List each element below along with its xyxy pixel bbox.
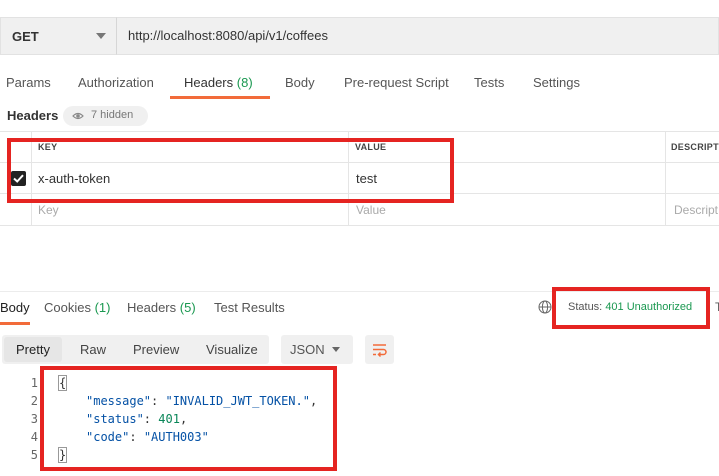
new-description-input[interactable]: Descript [674,203,718,217]
response-time-label: T [715,300,719,314]
response-tab-body[interactable]: Body [0,300,30,315]
url-text: http://localhost:8080/api/v1/coffees [128,28,328,43]
wrap-icon [373,344,387,358]
tab-headers-label: Headers [184,75,234,90]
new-key-input[interactable]: Key [38,203,59,217]
table-col-divider [665,131,666,225]
active-tab-indicator [170,96,270,99]
annotation-box-headers [7,138,454,203]
eye-icon [72,112,84,120]
tab-headers-count: (8) [236,75,253,90]
new-value-input[interactable]: Value [356,203,386,217]
response-tab-cookies-count: (1) [94,300,111,315]
table-top-border [0,131,719,132]
line-number: 3 [30,412,38,426]
line-number: 5 [30,448,38,462]
line-number: 2 [30,394,38,408]
tab-params[interactable]: Params [6,75,51,90]
response-tab-cookies[interactable]: Cookies (1) [44,300,110,315]
tab-tests[interactable]: Tests [474,75,504,90]
response-tab-cookies-label: Cookies [44,300,91,315]
headers-section-title: Headers [7,108,59,123]
chevron-down-icon [332,347,340,352]
view-raw-button[interactable]: Raw [80,342,106,357]
view-visualize-button[interactable]: Visualize [206,342,258,357]
format-select-value: JSON [290,342,325,357]
line-number: 4 [30,430,38,444]
col-header-description: DESCRIPT [671,142,719,152]
tab-body[interactable]: Body [285,75,315,90]
tab-headers[interactable]: Headers (8) [184,75,253,90]
table-bottom-border [0,225,719,226]
chevron-down-icon[interactable] [96,33,106,39]
globe-icon[interactable] [538,300,552,314]
tab-authorization[interactable]: Authorization [78,75,154,90]
view-pretty-button[interactable]: Pretty [16,342,50,357]
response-tab-headers-label: Headers [127,300,177,315]
response-active-indicator [0,322,30,325]
response-tab-headers-count: (5) [179,300,196,315]
hidden-headers-count: 7 hidden [91,109,134,121]
tab-prerequest-script[interactable]: Pre-request Script [344,75,449,90]
tab-settings[interactable]: Settings [533,75,580,90]
annotation-box-status [552,287,710,329]
method-label: GET [12,29,39,44]
line-number: 1 [30,376,38,390]
annotation-box-body [40,366,337,471]
response-tab-headers[interactable]: Headers (5) [127,300,196,315]
view-preview-button[interactable]: Preview [133,342,179,357]
response-tab-test-results[interactable]: Test Results [214,300,285,315]
